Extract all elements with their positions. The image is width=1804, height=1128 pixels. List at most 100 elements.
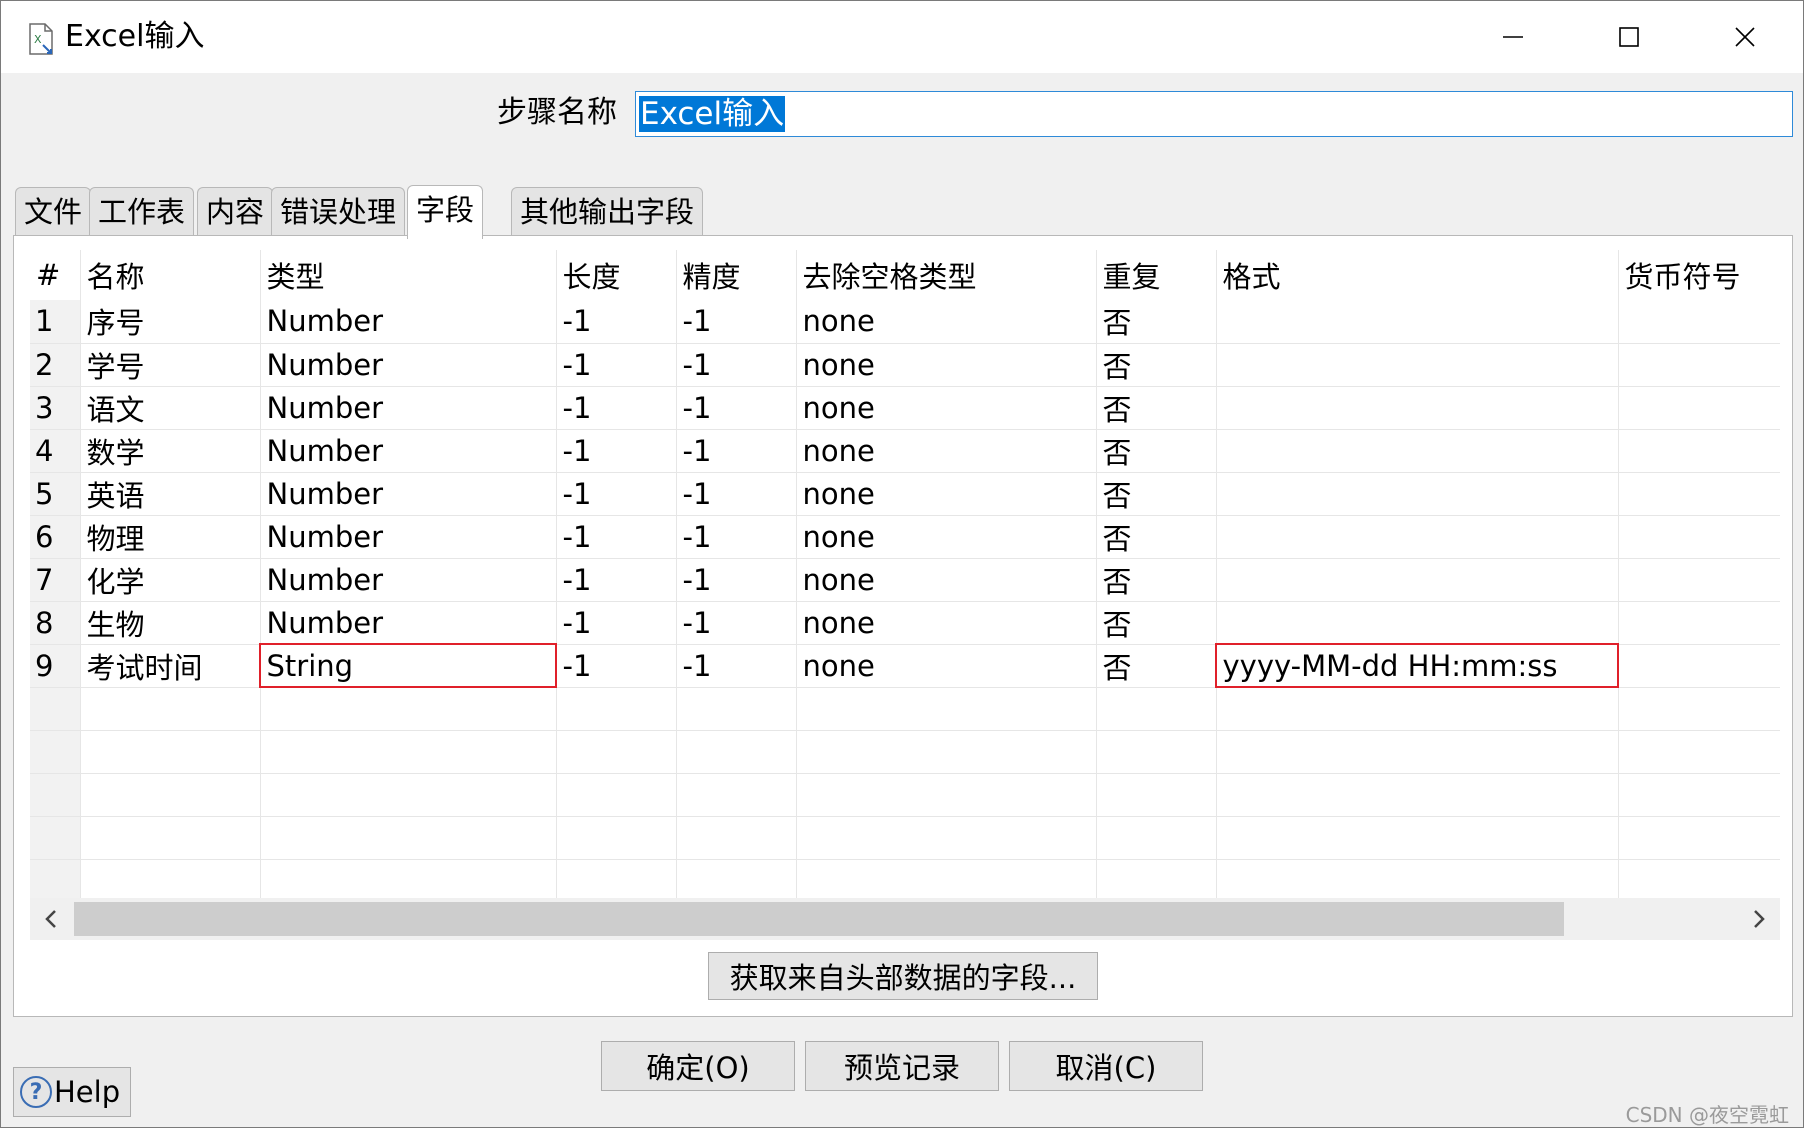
preview-records-button[interactable]: 预览记录 xyxy=(805,1041,999,1091)
minimize-button[interactable] xyxy=(1455,1,1571,73)
empty-cell[interactable] xyxy=(556,859,677,898)
column-header[interactable]: # xyxy=(30,250,81,300)
column-header[interactable]: 格式 xyxy=(1216,250,1619,300)
empty-cell[interactable] xyxy=(260,773,557,817)
table-row[interactable]: 2 学号 Number -1 -1 none 否 xyxy=(30,343,1780,387)
cell-precision[interactable]: -1 xyxy=(676,515,797,559)
cell-currency[interactable] xyxy=(1618,300,1780,344)
empty-cell[interactable] xyxy=(1096,730,1217,774)
cell-currency[interactable] xyxy=(1618,515,1780,559)
cell-length[interactable]: -1 xyxy=(556,343,677,387)
empty-cell[interactable] xyxy=(676,859,797,898)
horizontal-scrollbar[interactable] xyxy=(30,898,1780,940)
empty-cell[interactable] xyxy=(676,687,797,731)
cell-currency[interactable] xyxy=(1618,601,1780,645)
cell-precision[interactable]: -1 xyxy=(676,300,797,344)
empty-cell[interactable] xyxy=(80,730,261,774)
ok-button[interactable]: 确定(O) xyxy=(601,1041,795,1091)
cell-precision[interactable]: -1 xyxy=(676,472,797,516)
help-button[interactable]: ? Help xyxy=(13,1067,131,1117)
cell-name[interactable]: 英语 xyxy=(80,472,261,516)
empty-cell[interactable] xyxy=(796,687,1097,731)
cell-length[interactable]: -1 xyxy=(556,472,677,516)
cell-format[interactable] xyxy=(1216,343,1619,387)
cell-trim-type[interactable]: none xyxy=(796,515,1097,559)
cell-type[interactable]: Number xyxy=(260,601,557,645)
scroll-left-button[interactable] xyxy=(30,898,72,940)
cell-currency[interactable] xyxy=(1618,343,1780,387)
cell-format-highlighted[interactable]: yyyy-MM-dd HH:mm:ss xyxy=(1215,643,1619,688)
cell-precision[interactable]: -1 xyxy=(676,386,797,430)
cell-type[interactable]: Number xyxy=(260,429,557,473)
cell-precision[interactable]: -1 xyxy=(676,429,797,473)
cell-repeat[interactable]: 否 xyxy=(1096,386,1217,430)
tab-fields[interactable]: 字段 xyxy=(407,185,484,239)
cell-repeat[interactable]: 否 xyxy=(1096,300,1217,344)
cell-name[interactable]: 语文 xyxy=(80,386,261,430)
cell-precision[interactable]: -1 xyxy=(676,601,797,645)
empty-cell[interactable] xyxy=(1618,687,1780,731)
cell-format[interactable] xyxy=(1216,429,1619,473)
empty-cell[interactable] xyxy=(796,816,1097,860)
cell-repeat[interactable]: 否 xyxy=(1096,472,1217,516)
cell-name[interactable]: 生物 xyxy=(80,601,261,645)
cell-repeat[interactable]: 否 xyxy=(1096,343,1217,387)
cell-type[interactable]: Number xyxy=(260,515,557,559)
cell-repeat[interactable]: 否 xyxy=(1096,429,1217,473)
empty-cell[interactable] xyxy=(676,773,797,817)
cell-trim-type[interactable]: none xyxy=(796,644,1097,688)
cell-precision[interactable]: -1 xyxy=(676,644,797,688)
cell-length[interactable]: -1 xyxy=(556,515,677,559)
scroll-right-button[interactable] xyxy=(1738,898,1780,940)
cell-length[interactable]: -1 xyxy=(556,558,677,602)
cell-precision[interactable]: -1 xyxy=(676,343,797,387)
get-fields-from-header-button[interactable]: 获取来自头部数据的字段... xyxy=(708,952,1098,1000)
tab-file[interactable]: 文件 xyxy=(15,187,92,237)
empty-cell[interactable] xyxy=(556,730,677,774)
cell-length[interactable]: -1 xyxy=(556,429,677,473)
column-header[interactable]: 精度 xyxy=(676,250,797,300)
cell-format[interactable] xyxy=(1216,558,1619,602)
cell-type[interactable]: Number xyxy=(260,472,557,516)
cell-name[interactable]: 考试时间 xyxy=(80,644,261,688)
empty-cell[interactable] xyxy=(556,687,677,731)
empty-cell[interactable] xyxy=(1216,773,1619,817)
empty-cell[interactable] xyxy=(1096,773,1217,817)
empty-cell[interactable] xyxy=(1618,816,1780,860)
cell-type[interactable]: Number xyxy=(260,343,557,387)
cell-currency[interactable] xyxy=(1618,644,1780,688)
empty-cell[interactable] xyxy=(556,816,677,860)
empty-cell[interactable] xyxy=(260,816,557,860)
cell-type[interactable]: Number xyxy=(260,386,557,430)
empty-cell[interactable] xyxy=(80,859,261,898)
cell-trim-type[interactable]: none xyxy=(796,601,1097,645)
cell-repeat[interactable]: 否 xyxy=(1096,601,1217,645)
cell-name[interactable]: 学号 xyxy=(80,343,261,387)
empty-row[interactable] xyxy=(30,816,1780,860)
cell-type[interactable]: Number xyxy=(260,558,557,602)
step-name-input[interactable]: Excel输入 xyxy=(635,91,1793,137)
cell-trim-type[interactable]: none xyxy=(796,429,1097,473)
empty-cell[interactable] xyxy=(556,773,677,817)
cell-repeat[interactable]: 否 xyxy=(1096,558,1217,602)
cell-format[interactable] xyxy=(1216,515,1619,559)
empty-cell[interactable] xyxy=(676,816,797,860)
cell-format[interactable] xyxy=(1216,601,1619,645)
cell-name[interactable]: 物理 xyxy=(80,515,261,559)
cancel-button[interactable]: 取消(C) xyxy=(1009,1041,1203,1091)
empty-cell[interactable] xyxy=(1618,859,1780,898)
empty-cell[interactable] xyxy=(1096,859,1217,898)
empty-cell[interactable] xyxy=(80,816,261,860)
table-row[interactable]: 3 语文 Number -1 -1 none 否 xyxy=(30,386,1780,430)
empty-cell[interactable] xyxy=(260,730,557,774)
column-header[interactable]: 长度 xyxy=(556,250,677,300)
cell-repeat[interactable]: 否 xyxy=(1096,644,1217,688)
cell-length[interactable]: -1 xyxy=(556,644,677,688)
empty-cell[interactable] xyxy=(80,773,261,817)
cell-currency[interactable] xyxy=(1618,472,1780,516)
cell-type[interactable]: Number xyxy=(260,300,557,344)
title-bar[interactable]: X Excel输入 xyxy=(1,1,1803,73)
table-row[interactable]: 1 序号 Number -1 -1 none 否 xyxy=(30,300,1780,344)
column-header[interactable]: 重复 xyxy=(1096,250,1217,300)
cell-repeat[interactable]: 否 xyxy=(1096,515,1217,559)
